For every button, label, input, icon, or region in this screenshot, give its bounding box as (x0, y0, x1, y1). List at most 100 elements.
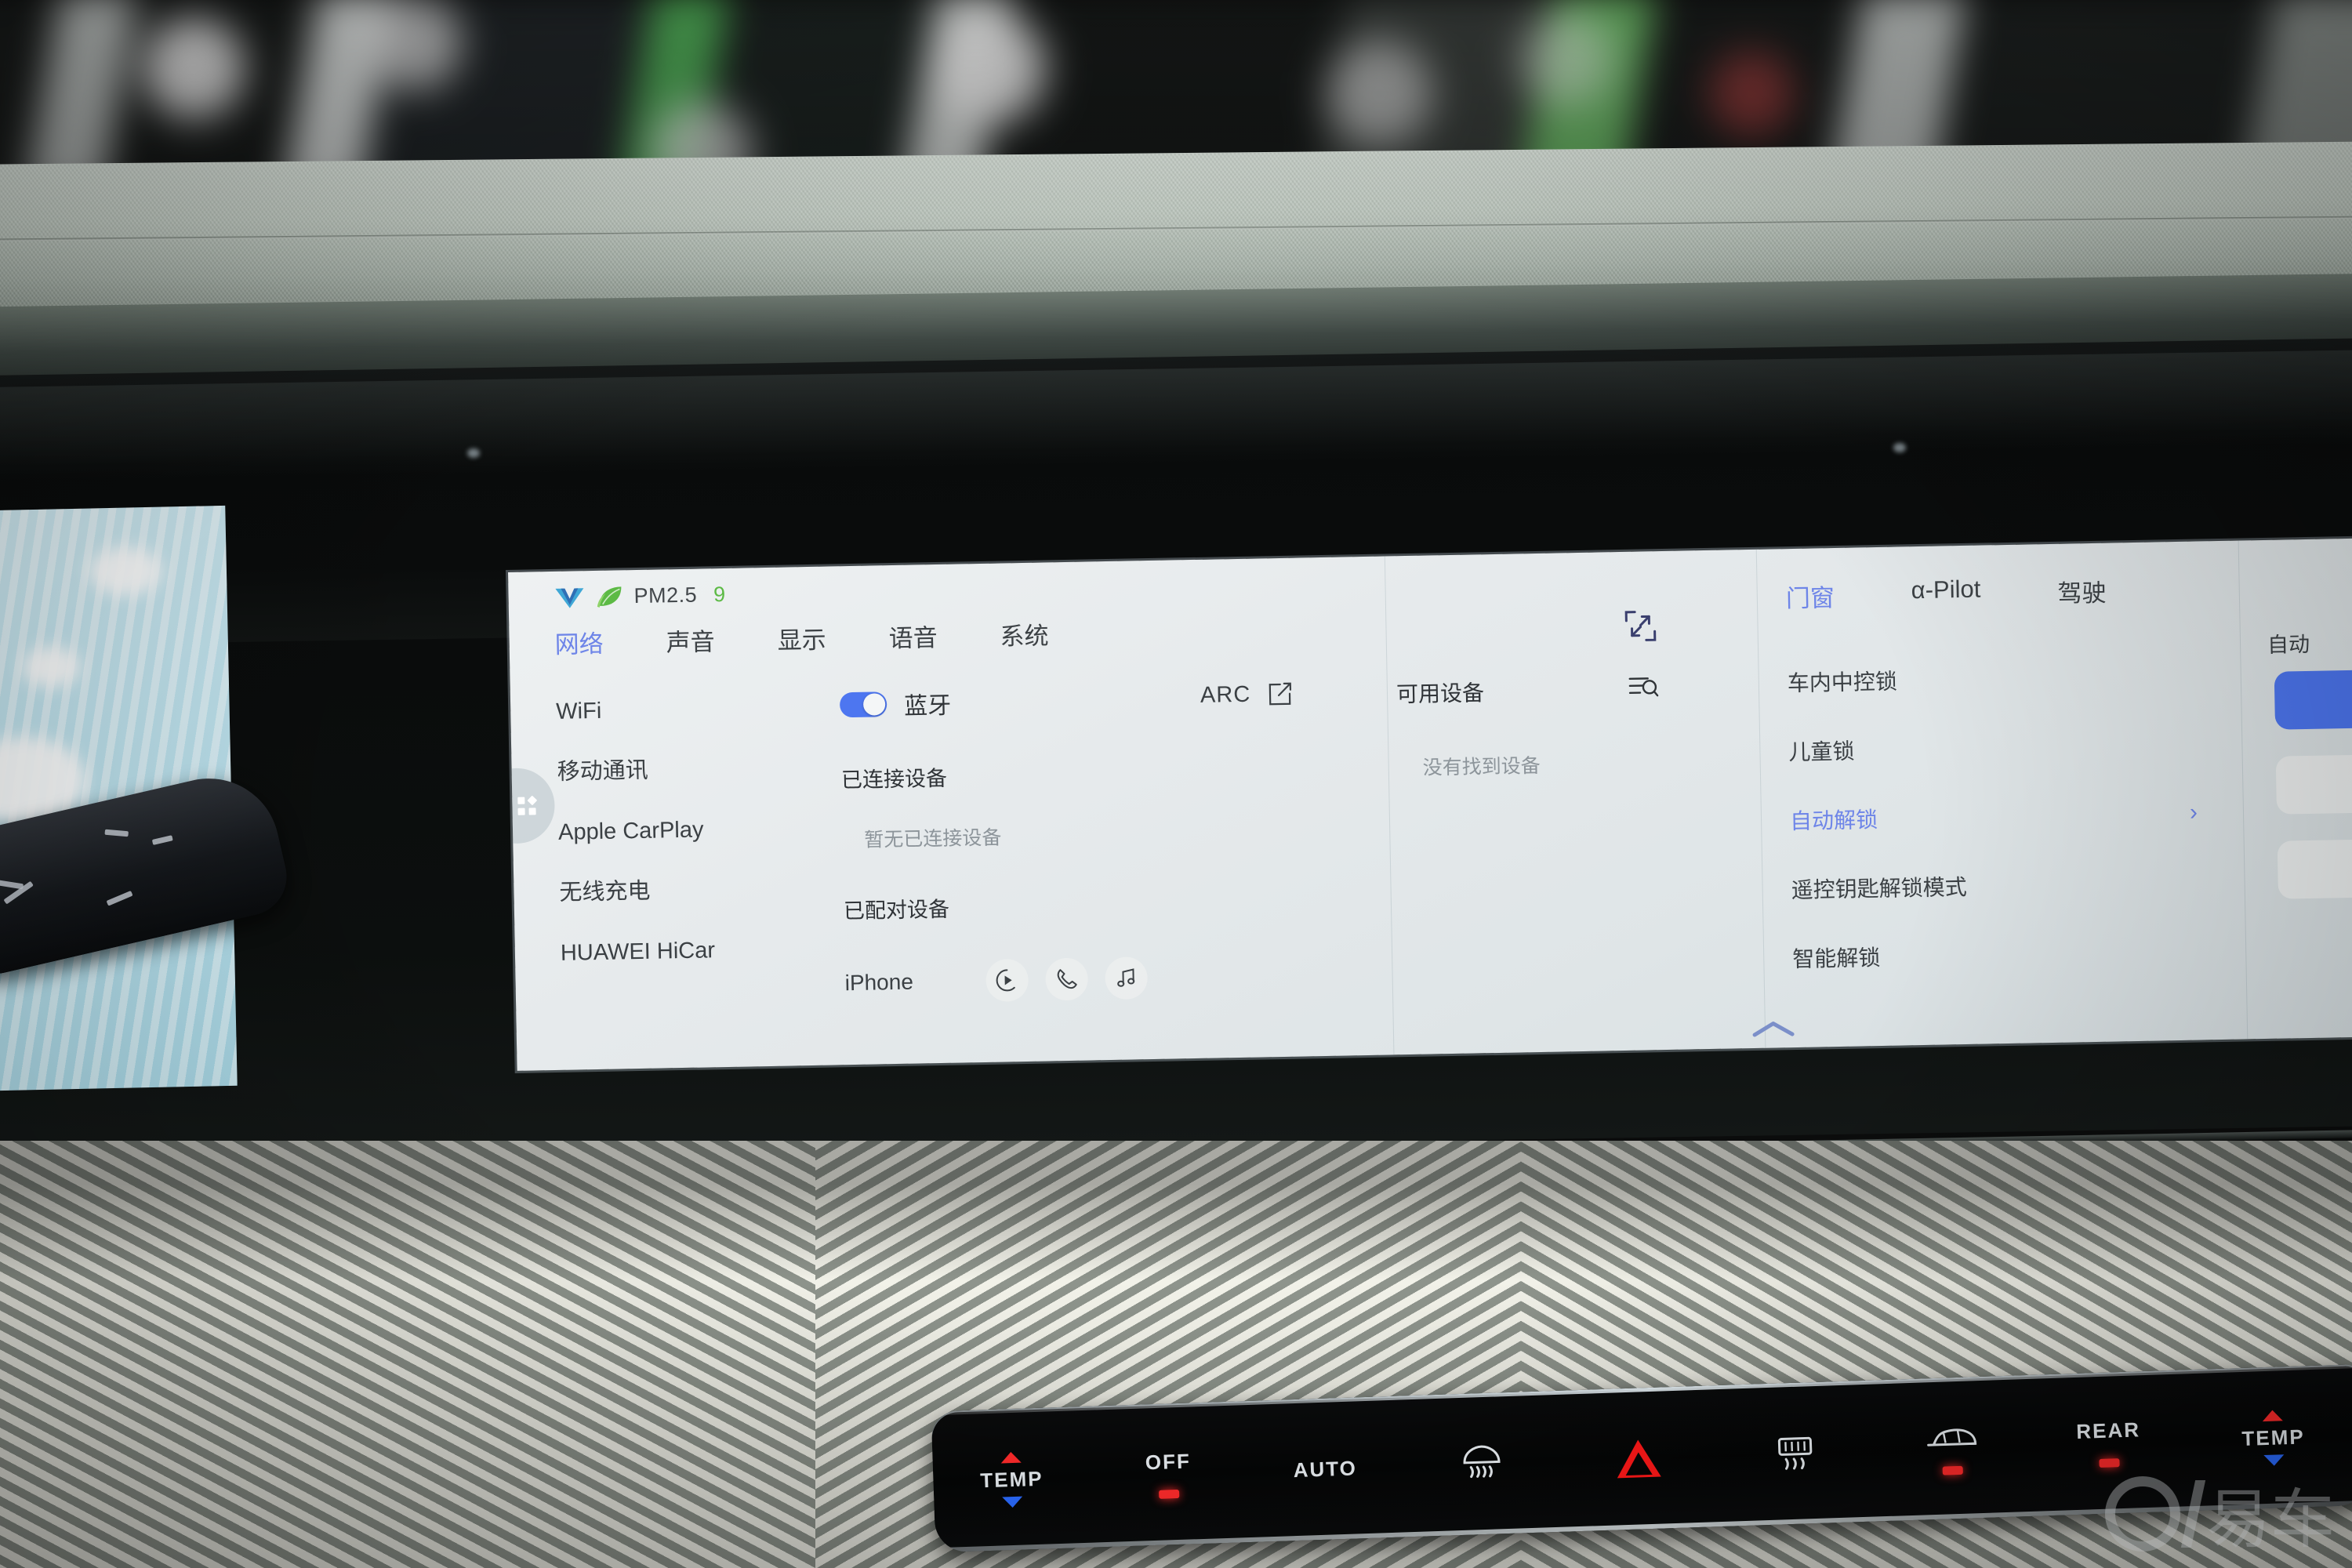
list-item-smart-unlock[interactable]: 智能解锁 (1792, 935, 2201, 975)
hvac-front-defrost-button[interactable] (1401, 1391, 1563, 1537)
toggle-knob (862, 693, 886, 716)
option-button[interactable] (2275, 754, 2352, 815)
stalk-marking (106, 890, 133, 906)
pm25-label: PM2.5 (633, 583, 698, 608)
arc-control[interactable]: ARC (1200, 680, 1295, 710)
list-item-central-lock[interactable]: 车内中控锁 (1787, 659, 2195, 699)
handle-dot (528, 807, 536, 815)
hvac-rear-defrost-button[interactable] (1715, 1381, 1876, 1527)
wing-logo-icon (555, 587, 584, 608)
list-item-label: 儿童锁 (1788, 739, 1855, 765)
cluster-glare (21, 645, 82, 688)
hvac-label: OFF (1145, 1449, 1192, 1475)
arc-label: ARC (1200, 681, 1251, 708)
paired-devices-title: 已配对设备 (843, 897, 950, 924)
sidebar-item-wireless-charging[interactable]: 无线充电 (559, 877, 794, 906)
temp-up-arrow-icon[interactable] (2262, 1409, 2283, 1421)
temp-up-arrow-icon[interactable] (1000, 1451, 1022, 1463)
settings-tab-bar[interactable]: 网络 声音 显示 语音 系统 (554, 610, 1112, 665)
hazard-triangle-icon (1616, 1439, 1661, 1479)
chevron-up-icon[interactable] (1751, 1020, 1795, 1042)
hvac-off-button[interactable]: OFF (1087, 1401, 1249, 1548)
sidebar-item-mobile-data[interactable]: 移动通讯 (557, 757, 792, 785)
center-infotainment-screen[interactable]: PM2.5 9 网络 声音 显示 语音 系统 WiFi 移动通讯 Apple C… (508, 538, 2352, 1071)
available-devices-section: 可用设备 没有找到设备 (1396, 671, 1735, 781)
hvac-temp-left[interactable]: TEMP (931, 1406, 1093, 1553)
watermark-bar-mark (2180, 1479, 2206, 1548)
handle-dot (517, 797, 524, 804)
bluetooth-section: 蓝牙 已连接设备 暂无已连接设备 已配对设备 iPhone (839, 682, 1174, 1005)
air-recirculation-car-icon (1927, 1428, 1977, 1446)
music-note-icon[interactable] (1105, 956, 1149, 1000)
list-item-label: 遥控钥匙解锁模式 (1791, 874, 1967, 903)
auto-unlock-options-title: 自动 (2267, 632, 2310, 657)
edit-pencil-square-icon[interactable] (1266, 680, 1295, 709)
tab-alpha-pilot[interactable]: α-Pilot (1911, 575, 1980, 612)
grid-handle-icon[interactable] (508, 767, 556, 844)
hvac-recirculation-button[interactable] (1871, 1375, 2033, 1522)
status-led (1159, 1489, 1180, 1499)
car-interior-photo: PM2.5 9 网络 声音 显示 语音 系统 WiFi 移动通讯 Apple C… (0, 0, 2352, 1568)
handle-dot (517, 808, 525, 815)
rear-defrost-icon (1777, 1436, 1813, 1470)
collapse-arrows-icon[interactable] (1622, 608, 1659, 648)
bluetooth-toggle-row[interactable]: 蓝牙 (839, 682, 1170, 723)
tab-driving[interactable]: 驾驶 (2057, 573, 2107, 609)
available-devices-empty: 没有找到设备 (1422, 754, 1541, 779)
phone-handset-icon[interactable] (1045, 957, 1089, 1001)
bluetooth-label: 蓝牙 (903, 692, 952, 720)
list-item-auto-unlock[interactable]: 自动解锁 › (1790, 797, 2198, 837)
yiche-watermark: 易车 (2104, 1467, 2335, 1560)
door-lock-settings-list[interactable]: 车内中控锁 儿童锁 自动解锁 › 遥控钥匙解锁模式 智能解锁 (1787, 659, 2201, 1011)
tab-sound[interactable]: 声音 (666, 617, 715, 662)
bluetooth-toggle[interactable] (839, 691, 887, 718)
connected-devices-title: 已连接设备 (840, 766, 948, 793)
device-action-buttons[interactable] (985, 956, 1149, 1002)
tab-network[interactable]: 网络 (554, 619, 604, 665)
stalk-marking (151, 835, 173, 845)
tab-voice[interactable]: 语音 (888, 613, 938, 659)
list-item-label: 自动解锁 (1789, 808, 1878, 834)
cluster-glare (89, 546, 162, 597)
stalk-marking (104, 829, 129, 837)
phone-handset-glyph (1057, 969, 1077, 989)
paired-device-row[interactable]: iPhone (844, 956, 1174, 1005)
list-item-label: 智能解锁 (1792, 946, 1881, 972)
hvac-label: AUTO (1293, 1455, 1358, 1482)
option-button[interactable] (2277, 839, 2352, 899)
collapse-arrows-glyph (1624, 611, 1657, 641)
handle-dots (517, 795, 537, 815)
chevron-right-icon: › (2189, 799, 2198, 826)
scan-search-glyph (1628, 677, 1659, 697)
front-defrost-icon (1463, 1445, 1501, 1479)
hvac-label: TEMP (979, 1466, 1044, 1492)
watermark-circle-mark (2104, 1475, 2180, 1552)
list-item-child-lock[interactable]: 儿童锁 (1788, 728, 2197, 768)
hvac-hazard-button[interactable] (1558, 1385, 1719, 1532)
network-sidebar[interactable]: WiFi 移动通讯 Apple CarPlay 无线充电 HUAWEI HiCa… (556, 696, 797, 1002)
option-button-selected[interactable] (2274, 670, 2352, 730)
panel-divider (1384, 556, 1395, 1055)
pm25-value: 9 (713, 582, 726, 607)
sidebar-item-hicar[interactable]: HUAWEI HiCar (561, 938, 796, 966)
list-item-key-unlock-mode[interactable]: 遥控钥匙解锁模式 (1791, 866, 2199, 906)
connected-devices-empty: 暂无已连接设备 (864, 826, 1002, 851)
tab-doors-windows[interactable]: 门窗 (1785, 578, 1835, 614)
media-play-circle-glyph (996, 969, 1015, 992)
tab-display[interactable]: 显示 (777, 615, 826, 661)
music-note-glyph (1117, 968, 1135, 987)
chevron-up-glyph (1752, 1022, 1795, 1037)
media-play-circle-icon[interactable] (985, 958, 1029, 1002)
scan-search-icon[interactable] (1628, 673, 1660, 705)
temp-down-arrow-icon[interactable] (2263, 1454, 2285, 1466)
tab-system[interactable]: 系统 (1000, 611, 1049, 656)
hvac-auto-button[interactable]: AUTO (1244, 1396, 1406, 1542)
temp-down-arrow-icon[interactable] (1002, 1496, 1023, 1508)
status-led (1942, 1465, 1963, 1475)
auto-unlock-options-column[interactable]: 自动 (2238, 538, 2352, 1040)
vehicle-tab-bar[interactable]: 门窗 α-Pilot 驾驶 (1785, 572, 2183, 614)
handle-dot (526, 795, 537, 805)
sidebar-item-carplay[interactable]: Apple CarPlay (558, 817, 793, 844)
available-devices-title: 可用设备 (1396, 681, 1485, 707)
sidebar-item-wifi[interactable]: WiFi (556, 696, 791, 724)
